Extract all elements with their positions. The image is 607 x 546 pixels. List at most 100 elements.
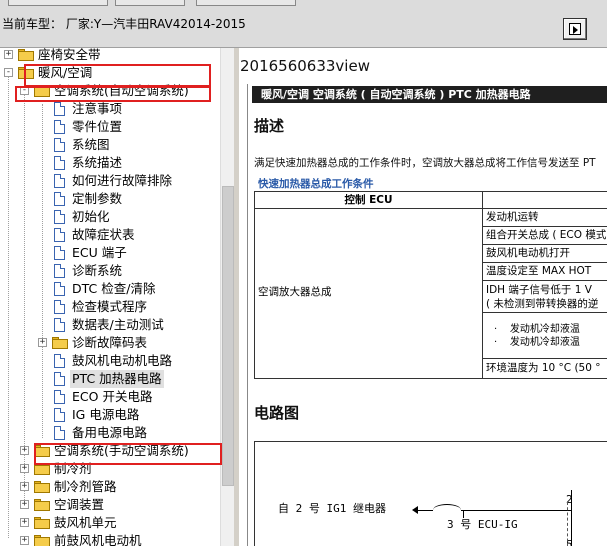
circuit-wire [417,510,433,511]
tree-item-label: 初始化 [72,209,110,224]
tree-item[interactable]: 系统描述 [0,154,220,172]
tree-item-label: 制冷剂管路 [54,479,117,494]
expand-icon[interactable]: + [20,482,29,491]
document-icon [54,372,65,386]
expand-icon[interactable]: + [38,338,47,347]
tree-item-label: 空调装置 [54,497,105,512]
tree-item[interactable]: PTC 加热器电路 [0,370,220,388]
expand-icon[interactable]: + [20,464,29,473]
circuit-wire [463,510,464,518]
table-header-control-ecu: 控制 ECU [255,192,483,209]
circuit-diagram: 自 2 号 IG1 继电器 3 号 ECU-IG 2 5 [254,441,607,546]
tree-item-label: 座椅安全带 [38,48,101,62]
table-row-idh-line2: ( 未检测到带转换器的逆 [486,298,599,310]
table-header-blank [483,192,607,209]
tree-item-label: 备用电源电路 [72,425,148,440]
tree-folder[interactable]: + 鼓风机单元 [0,514,220,532]
bullet-item: · 发动机冷却液温 [494,337,580,348]
tree-item[interactable]: 初始化 [0,208,220,226]
folder-icon [52,337,68,349]
document-title: 2016560633view [240,57,370,75]
arrow-right-icon [573,26,578,34]
expand-icon[interactable]: + [20,536,29,545]
tree-item[interactable]: DTC 检查/清除 [0,280,220,298]
tree-scrollbar-thumb[interactable] [222,186,234,486]
document-icon [54,192,65,206]
table-cell-ecu: 空调放大器总成 [255,209,483,379]
tree-item-label: 定制参数 [72,191,123,206]
document-icon [54,426,65,440]
document-icon [54,174,65,188]
navigation-tree: + 座椅安全带 - 暖风/空调 - 空调系统(自动空调系统) 注意事项 零件位置 系统图 系统描述… [0,48,234,546]
tree-item-label: IG 电源电路 [72,407,140,422]
tree-item-label: 系统图 [72,137,110,152]
tree-folder[interactable]: + 诊断故障码表 [0,334,220,352]
toolbar-button[interactable] [8,0,108,6]
document-icon [54,282,65,296]
tree-item[interactable]: ECU 端子 [0,244,220,262]
document-icon [54,264,65,278]
tree-item-label: 注意事项 [72,101,123,116]
document-icon [54,390,65,404]
document-icon [54,246,65,260]
folder-icon [34,499,50,511]
expand-icon[interactable]: + [20,518,29,527]
tree-item-label: 如何进行故障排除 [72,173,173,188]
conditions-link[interactable]: 快速加热器总成工作条件 [258,176,374,191]
highlight-box [15,86,211,102]
document-icon [54,102,65,116]
table-row-idh-line1: IDH 端子信号低于 1 V [486,284,592,296]
tree-item[interactable]: 零件位置 [0,118,220,136]
collapse-icon[interactable]: - [4,68,13,77]
tree-item-label: 系统描述 [72,155,123,170]
tree-folder[interactable]: + 空调装置 [0,496,220,514]
document-breadcrumb: 暖风/空调 空调系统 ( 自动空调系统 ) PTC 加热器电路 [252,86,607,103]
circuit-connector [567,502,568,546]
tree-folder[interactable]: + 座椅安全带 [0,48,220,64]
document-icon [54,138,65,152]
toolbar-button[interactable] [196,0,296,6]
section-title-circuit: 电路图 [254,404,300,422]
document-icon [54,228,65,242]
navigate-button[interactable] [563,18,587,40]
table-row-idh: IDH 端子信号低于 1 V ( 未检测到带转换器的逆 [483,281,607,313]
conditions-table: 控制 ECU 空调放大器总成 发动机运转 组合开关总成 ( ECO 模式 鼓风机… [254,191,607,379]
section-title-description: 描述 [254,117,285,135]
expand-icon[interactable]: + [20,500,29,509]
tree-scrollbar[interactable] [220,48,234,546]
tree-folder[interactable]: + 制冷剂管路 [0,478,220,496]
table-row: 鼓风机电动机打开 [483,245,607,263]
tree-item[interactable]: 诊断系统 [0,262,220,280]
table-row: 发动机运转 [483,209,607,227]
tree-folder[interactable]: + 前鼓风机电动机 [0,532,220,546]
circuit-label-source: 自 2 号 IG1 继电器 [278,502,386,515]
tree-item[interactable]: 检查模式程序 [0,298,220,316]
folder-icon [34,481,50,493]
tree-item[interactable]: 故障症状表 [0,226,220,244]
tree-item-label: 鼓风机电动机电路 [72,353,173,368]
tree-item[interactable]: 备用电源电路 [0,424,220,442]
document-view: 2016560633view 暖风/空调 空调系统 ( 自动空调系统 ) PTC… [239,48,607,546]
document-icon [54,210,65,224]
expand-icon[interactable]: + [20,446,29,455]
expand-icon[interactable]: + [4,50,13,59]
table-row: 环境温度为 10 °C (50 ° [486,362,601,374]
tree-item[interactable]: 注意事项 [0,100,220,118]
circuit-wire [571,490,572,546]
tree-item[interactable]: 系统图 [0,136,220,154]
top-toolbar: 当前车型： 厂家:Y—汽丰田RAV42014-2015 [0,0,607,48]
folder-icon [18,49,34,61]
toolbar-button[interactable] [115,0,185,6]
current-vehicle-label: 当前车型： 厂家:Y—汽丰田RAV42014-2015 [2,17,246,31]
tree-item[interactable]: IG 电源电路 [0,406,220,424]
document-icon [54,120,65,134]
tree-item[interactable]: 数据表/主动测试 [0,316,220,334]
tree-item[interactable]: 如何进行故障排除 [0,172,220,190]
table-cell-ecu-text: 空调放大器总成 [258,286,332,298]
tree-item[interactable]: 鼓风机电动机电路 [0,352,220,370]
table-row: 温度设定至 MAX HOT [483,263,607,281]
tree-item[interactable]: 定制参数 [0,190,220,208]
document-icon [54,318,65,332]
bullet-text: 发动机冷却液温 [509,337,580,348]
tree-item[interactable]: ECO 开关电路 [0,388,220,406]
